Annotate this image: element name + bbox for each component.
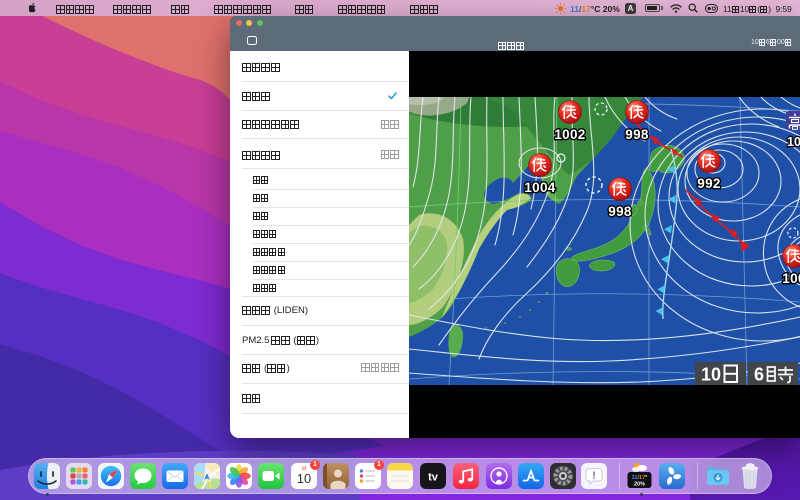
svg-text:10: 10 — [297, 471, 311, 486]
svg-text:11/17°: 11/17° — [632, 475, 648, 481]
svg-text:100: 100 — [782, 271, 800, 286]
svg-text:6: 6 — [754, 365, 764, 385]
svg-text:992: 992 — [697, 176, 720, 191]
svg-text:998: 998 — [625, 127, 649, 142]
svg-text:998: 998 — [608, 204, 632, 219]
svg-text:11: 11 — [302, 465, 307, 470]
svg-text:1004: 1004 — [524, 180, 555, 195]
svg-text:20%: 20% — [634, 482, 645, 488]
svg-text:10: 10 — [701, 365, 721, 385]
svg-text:103: 103 — [787, 135, 800, 149]
svg-text:!: ! — [592, 470, 595, 481]
svg-text:1002: 1002 — [554, 127, 585, 142]
svg-text:tv: tv — [428, 471, 439, 483]
